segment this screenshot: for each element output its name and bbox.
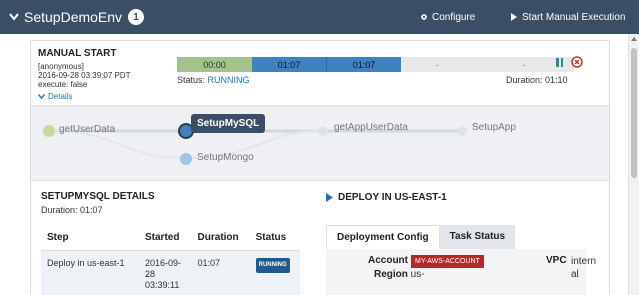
status-badge: RUNNING (255, 258, 290, 273)
graph-node-setup-mongo[interactable] (180, 153, 192, 165)
trigger-label: MANUAL START (38, 48, 117, 59)
vpc-value-line: al (571, 269, 579, 280)
stage-details-section: SETUPMYSQL DETAILS Duration: 01:07 Step … (31, 181, 609, 295)
execution-duration: Duration: 01:10 (506, 75, 568, 85)
started-line: 2016-09- (144, 258, 182, 268)
details-label: Details (48, 92, 73, 101)
cell-step: Deploy in us-east-1 (41, 250, 139, 295)
scroll-up-arrow-icon[interactable] (631, 37, 637, 41)
details-toggle[interactable]: Details (38, 92, 72, 101)
deploy-tabs: Deployment Config Task Status (326, 225, 586, 249)
region-key: Region (374, 269, 408, 280)
column-header-started: Started (138, 225, 192, 251)
started-line: 03:39:11 (144, 280, 180, 290)
trigger-execute-flag: execute: false (38, 80, 88, 89)
pause-button[interactable] (556, 58, 565, 67)
scrollbar-thumb[interactable] (631, 48, 637, 178)
deploy-title-label: DEPLOY IN US-EAST-1 (338, 192, 447, 203)
graph-node-setup-app[interactable] (457, 126, 467, 136)
region-value: us- (410, 269, 425, 280)
graph-node-get-user-data[interactable] (43, 125, 55, 137)
trigger-timestamp: 2016-09-28 03:39:07 PDT (38, 71, 131, 80)
tab-task-status[interactable]: Task Status (439, 225, 516, 249)
tab-deployment-config[interactable]: Deployment Config (326, 225, 440, 249)
stage-details-title: SETUPMYSQL DETAILS (41, 191, 155, 202)
manual-start-header: MANUAL START [anonymous] 2016-09-28 03:3… (31, 41, 609, 105)
graph-node-get-app-user-data[interactable] (318, 126, 328, 136)
node-label-get-user-data[interactable]: getUserData (59, 124, 115, 135)
column-header-status: Status (249, 225, 300, 251)
node-label-setup-mongo[interactable]: SetupMongo (197, 152, 254, 163)
execution-status: Status: RUNNING (177, 75, 250, 85)
stage-segment[interactable]: 00:00 (177, 57, 252, 72)
stage-details-duration: Duration: 01:07 (41, 205, 103, 215)
column-header-duration: Duration (191, 225, 250, 251)
pipeline-title[interactable]: SetupDemoEnv (24, 9, 122, 25)
status-value: RUNNING (207, 75, 250, 85)
gear-icon (421, 14, 427, 20)
cancel-execution-icon[interactable] (571, 56, 583, 68)
node-label-setup-mysql[interactable]: SetupMySQL (191, 114, 266, 133)
pause-icon (556, 58, 559, 67)
account-key: Account (368, 255, 408, 266)
deploy-title[interactable]: DEPLOY IN US-EAST-1 (326, 192, 447, 203)
vpc-key: VPC (546, 255, 567, 266)
play-icon (511, 13, 517, 21)
workflow-graph: getUserData SetupMySQL getAppUserData Se… (31, 105, 609, 181)
table-row[interactable]: Deploy in us-east-1 2016-09- 28 03:39:11 0… (41, 250, 300, 295)
top-bar: SetupDemoEnv 1 Configure Start Manual Ex… (0, 0, 639, 34)
cell-status: RUNNING (249, 250, 300, 295)
start-manual-execution-button[interactable]: Start Manual Execution (510, 0, 625, 34)
execution-panel: MANUAL START [anonymous] 2016-09-28 03:3… (30, 40, 610, 295)
stage-segment[interactable]: - (401, 57, 474, 72)
pause-icon (560, 58, 563, 67)
account-badge: MY-AWS-ACCOUNT (411, 255, 484, 268)
configure-label: Configure (432, 11, 476, 23)
chevron-down-icon (38, 94, 45, 99)
steps-table: Step Started Duration Status Deploy in u… (41, 225, 300, 295)
status-prefix: Status: (177, 75, 208, 85)
deployment-config-body: Account MY-AWS-ACCOUNT Region us- VPC in… (326, 249, 596, 295)
node-label-get-app-user-data[interactable]: getAppUserData (334, 122, 408, 133)
stage-progress-bar: 00:00 01:07 01:07 - - (177, 57, 574, 72)
vpc-row: VPC (546, 255, 567, 266)
cell-started: 2016-09- 28 03:39:11 (138, 250, 192, 295)
account-label: Account (368, 255, 408, 266)
start-label: Start Manual Execution (522, 11, 626, 23)
node-label-setup-app[interactable]: SetupApp (472, 122, 516, 133)
page-scrollbar[interactable] (628, 34, 639, 295)
caret-right-icon (326, 193, 333, 202)
configure-button[interactable]: Configure (420, 0, 475, 34)
chevron-down-icon[interactable] (8, 11, 20, 23)
started-line: 28 (144, 269, 155, 279)
trigger-user: [anonymous] (38, 62, 84, 71)
cell-duration: 01:07 (191, 250, 250, 295)
vpc-value-line: intern (571, 256, 597, 267)
execution-count-badge: 1 (128, 9, 145, 25)
stage-segment[interactable]: 01:07 (326, 57, 401, 72)
column-header-step: Step (41, 225, 139, 251)
vpc-value: intern al (571, 255, 596, 281)
table-header-row: Step Started Duration Status (41, 225, 300, 251)
region-row: Region us- (374, 269, 425, 280)
stage-segment[interactable]: 01:07 (252, 57, 326, 72)
graph-edges (43, 123, 467, 165)
